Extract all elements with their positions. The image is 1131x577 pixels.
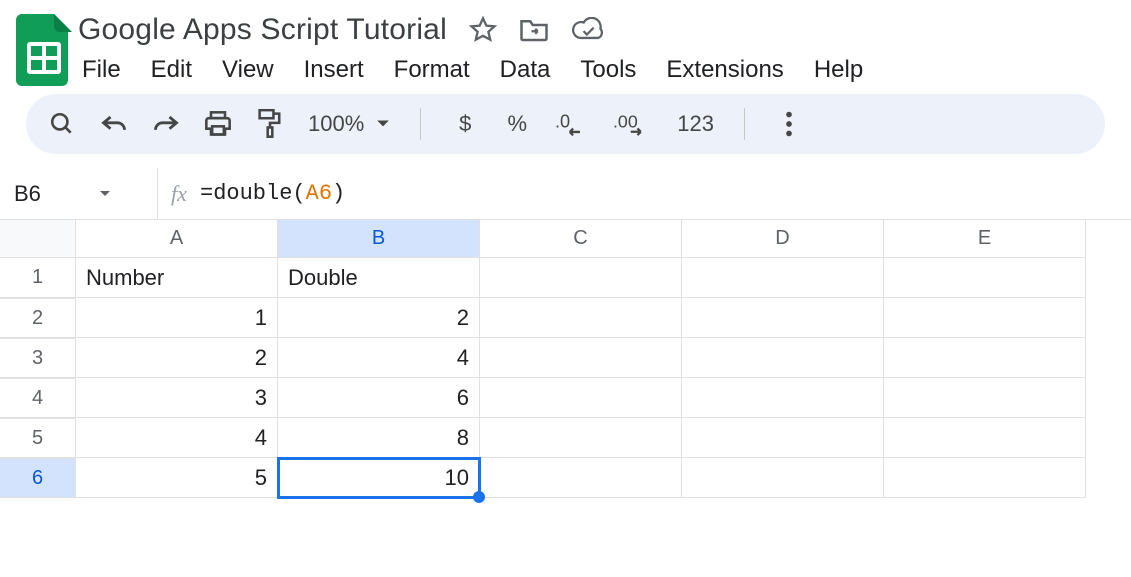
zoom-select[interactable]: 100% [308,111,390,137]
cell[interactable] [682,298,884,338]
cell[interactable] [682,458,884,498]
select-all-corner[interactable] [0,220,76,258]
col-header-A[interactable]: A [76,220,278,258]
column-headers: A B C D E [0,220,1131,258]
table-row: 1NumberDouble [0,258,1131,298]
move-folder-icon[interactable] [519,17,549,43]
table-row: 212 [0,298,1131,338]
formula-prefix: =double( [200,181,306,206]
toolbar-separator [420,108,421,140]
formula-input[interactable]: =double(A6) [200,181,345,206]
svg-text:.0: .0 [555,111,570,131]
table-row: 324 [0,338,1131,378]
table-row: 436 [0,378,1131,418]
menu-extensions[interactable]: Extensions [666,56,783,84]
menu-tools[interactable]: Tools [580,56,636,84]
cell[interactable] [480,458,682,498]
table-row: 6510 [0,458,1131,498]
cell[interactable] [480,338,682,378]
cell[interactable] [480,418,682,458]
menu-view[interactable]: View [222,56,274,84]
col-header-C[interactable]: C [480,220,682,258]
cell[interactable]: 4 [278,338,480,378]
undo-icon[interactable] [100,104,128,144]
cell[interactable]: 1 [76,298,278,338]
fill-handle[interactable] [473,491,485,503]
cell[interactable]: 8 [278,418,480,458]
cell[interactable] [884,378,1086,418]
toolbar: 100% $ % .0 .00 123 [26,94,1105,154]
cell[interactable] [884,418,1086,458]
row-header[interactable]: 2 [0,298,76,338]
menu-format[interactable]: Format [394,56,470,84]
formula-suffix: ) [332,181,345,206]
cell[interactable] [480,378,682,418]
cell[interactable] [682,418,884,458]
cell[interactable]: 10 [278,458,480,498]
cell[interactable] [884,298,1086,338]
cell[interactable] [884,258,1086,298]
formula-bar: B6 fx =double(A6) [0,168,1131,220]
spreadsheet-grid: A B C D E 1NumberDouble2123244365486510 [0,220,1131,498]
row-header[interactable]: 6 [0,458,76,498]
toolbar-separator [744,108,745,140]
cell[interactable] [682,258,884,298]
redo-icon[interactable] [152,104,180,144]
percent-button[interactable]: % [503,104,531,144]
cell[interactable]: 3 [76,378,278,418]
decrease-decimal-icon[interactable]: .0 [555,104,589,144]
menu-edit[interactable]: Edit [151,56,192,84]
cell[interactable]: 2 [76,338,278,378]
menu-insert[interactable]: Insert [304,56,364,84]
search-icon[interactable] [48,104,76,144]
col-header-B[interactable]: B [278,220,480,258]
menu-file[interactable]: File [82,56,121,84]
app-header: Google Apps Script Tutorial File Edit Vi… [0,0,1131,94]
more-icon[interactable] [775,104,803,144]
currency-button[interactable]: $ [451,104,479,144]
row-header[interactable]: 1 [0,258,76,298]
cell[interactable] [480,258,682,298]
chevron-down-icon [376,119,390,129]
number-format-button[interactable]: 123 [677,104,714,144]
menu-data[interactable]: Data [500,56,551,84]
svg-text:.00: .00 [613,111,638,131]
increase-decimal-icon[interactable]: .00 [613,104,653,144]
chevron-down-icon [99,190,111,198]
cell[interactable] [884,338,1086,378]
cell[interactable]: 2 [278,298,480,338]
print-icon[interactable] [204,104,232,144]
menu-bar: File Edit View Insert Format Data Tools … [78,52,1117,94]
row-header[interactable]: 4 [0,378,76,418]
paint-format-icon[interactable] [256,104,284,144]
col-header-E[interactable]: E [884,220,1086,258]
cell[interactable]: 6 [278,378,480,418]
cloud-saved-icon[interactable] [571,17,605,43]
cell[interactable]: Number [76,258,278,298]
fx-icon: fx [158,181,200,207]
cell[interactable] [682,338,884,378]
sheets-logo[interactable] [14,8,74,88]
row-header[interactable]: 5 [0,418,76,458]
zoom-value: 100% [308,111,364,137]
cell[interactable]: 5 [76,458,278,498]
cell[interactable]: 4 [76,418,278,458]
cell[interactable] [682,378,884,418]
cell[interactable]: Double [278,258,480,298]
cell[interactable] [884,458,1086,498]
name-box-value: B6 [14,181,41,207]
row-header[interactable]: 3 [0,338,76,378]
menu-help[interactable]: Help [814,56,863,84]
star-icon[interactable] [469,16,497,44]
table-row: 548 [0,418,1131,458]
name-box[interactable]: B6 [0,168,158,219]
cell[interactable] [480,298,682,338]
document-title[interactable]: Google Apps Script Tutorial [78,13,447,47]
col-header-D[interactable]: D [682,220,884,258]
formula-ref: A6 [306,181,332,206]
